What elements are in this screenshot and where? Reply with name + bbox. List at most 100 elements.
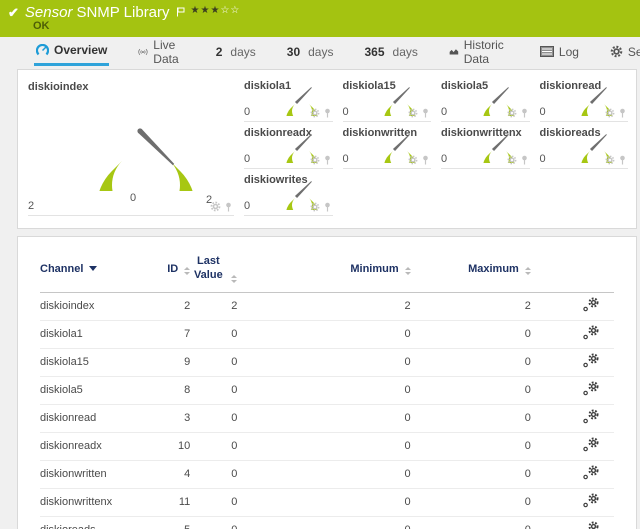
column-header-minimum[interactable]: Minimum: [237, 251, 410, 292]
pin-icon[interactable]: [521, 108, 528, 118]
gauge-diskiola5: diskiola5 0: [441, 75, 530, 122]
sensor-type-label: Sensor: [25, 4, 73, 21]
channel-maximum: 0: [411, 488, 531, 516]
pin-icon[interactable]: [422, 108, 429, 118]
channel-maximum: 0: [411, 432, 531, 460]
gauge-settings-gear-icon[interactable]: [210, 201, 221, 212]
area-chart-icon: [449, 46, 459, 57]
gauge-settings-gear-icon[interactable]: [408, 155, 418, 165]
channel-id: 11: [148, 488, 190, 516]
priority-flag-icon[interactable]: [176, 4, 185, 22]
gauge-settings-gear-icon[interactable]: [507, 155, 517, 165]
channel-maximum: 0: [411, 404, 531, 432]
channel-last-value: 0: [190, 516, 237, 529]
gauge-current-value: 0: [244, 106, 250, 118]
channel-minimum: 0: [237, 516, 410, 529]
channel-maximum: 0: [411, 460, 531, 488]
gauge-current-value: 0: [441, 153, 447, 165]
channel-settings-icon[interactable]: [583, 409, 600, 424]
pin-icon[interactable]: [324, 202, 331, 212]
column-header-id[interactable]: ID: [148, 251, 190, 292]
channel-settings-icon[interactable]: [583, 493, 600, 508]
channel-maximum: 0: [411, 320, 531, 348]
sensor-name: SNMP Library: [76, 4, 169, 21]
gauge-current-value: 0: [441, 106, 447, 118]
stars-empty[interactable]: ☆☆: [220, 5, 240, 16]
gauge-current-value: 0: [244, 153, 250, 165]
tab-log[interactable]: Log: [538, 37, 581, 66]
sort-icon: [405, 267, 411, 275]
channel-name[interactable]: diskionwritten: [40, 460, 148, 488]
gauge-settings-gear-icon[interactable]: [310, 108, 320, 118]
gauge-settings-gear-icon[interactable]: [310, 202, 320, 212]
pin-icon[interactable]: [324, 155, 331, 165]
column-header-channel[interactable]: Channel: [40, 251, 148, 292]
channel-last-value: 0: [190, 376, 237, 404]
channel-settings-icon[interactable]: [583, 521, 600, 529]
channel-settings-icon[interactable]: [583, 381, 600, 396]
channels-table: Channel ID Last Value Minimum Maximum di…: [40, 251, 614, 529]
table-row: diskionwritten 4 0 0 0: [40, 460, 614, 488]
gauge-current-value: 0: [244, 200, 250, 212]
tab-live-data[interactable]: Live Data: [136, 37, 186, 66]
tab-historic-data[interactable]: Historic Data: [447, 37, 511, 66]
tab-overview[interactable]: Overview: [34, 37, 109, 66]
channel-settings-icon[interactable]: [583, 437, 600, 452]
tab-2-days[interactable]: 2days: [214, 37, 258, 66]
channel-settings-icon[interactable]: [583, 325, 600, 340]
channel-name[interactable]: diskioindex: [40, 292, 148, 320]
sort-desc-icon: [89, 266, 97, 271]
tab-30-days-number: 30: [287, 45, 300, 59]
tab-30-days-unit: days: [308, 45, 333, 59]
channel-minimum: 2: [237, 292, 410, 320]
channel-settings-icon[interactable]: [583, 353, 600, 368]
pin-icon[interactable]: [225, 202, 232, 212]
channel-name[interactable]: diskiola1: [40, 320, 148, 348]
channel-settings-icon[interactable]: [583, 297, 600, 312]
table-row: diskionreadx 10 0 0 0: [40, 432, 614, 460]
table-row: diskiola15 9 0 0 0: [40, 348, 614, 376]
tab-365-days-unit: days: [393, 45, 418, 59]
tab-settings[interactable]: Settings: [608, 37, 640, 66]
gauge-settings-gear-icon[interactable]: [507, 108, 517, 118]
channel-maximum: 2: [411, 292, 531, 320]
channel-name[interactable]: diskiola15: [40, 348, 148, 376]
pin-icon[interactable]: [422, 155, 429, 165]
channel-name[interactable]: diskioreads: [40, 516, 148, 529]
sort-icon: [525, 267, 531, 275]
column-header-maximum[interactable]: Maximum: [411, 251, 531, 292]
channel-id: 10: [148, 432, 190, 460]
table-header-row: Channel ID Last Value Minimum Maximum: [40, 251, 614, 292]
channel-settings-icon[interactable]: [583, 465, 600, 480]
tab-365-days[interactable]: 365days: [362, 37, 419, 66]
stars-filled[interactable]: ★★★: [191, 5, 221, 16]
channel-name[interactable]: diskiola5: [40, 376, 148, 404]
table-row: diskiola5 8 0 0 0: [40, 376, 614, 404]
channel-id: 7: [148, 320, 190, 348]
priority-stars[interactable]: ★★★☆☆: [191, 5, 241, 16]
gauge-settings-gear-icon[interactable]: [605, 155, 615, 165]
pin-icon[interactable]: [324, 108, 331, 118]
gauge-diskioreads: diskioreads 0: [540, 122, 629, 169]
gauge-settings-gear-icon[interactable]: [310, 155, 320, 165]
channel-minimum: 0: [237, 488, 410, 516]
channel-name[interactable]: diskionread: [40, 404, 148, 432]
table-row: diskiola1 7 0 0 0: [40, 320, 614, 348]
gear-icon: [610, 45, 623, 58]
gauge-settings-gear-icon[interactable]: [408, 108, 418, 118]
sort-icon: [231, 275, 237, 283]
gauge-current-value: 0: [540, 153, 546, 165]
channel-name[interactable]: diskionreadx: [40, 432, 148, 460]
tab-30-days[interactable]: 30 days: [285, 37, 336, 66]
pin-icon[interactable]: [521, 155, 528, 165]
channel-minimum: 0: [237, 404, 410, 432]
gauge-settings-gear-icon[interactable]: [605, 108, 615, 118]
status-badge: OK: [33, 20, 50, 32]
gauge-diskioindex: diskioindex 0 2 2: [28, 75, 234, 216]
channel-last-value: 0: [190, 432, 237, 460]
pin-icon[interactable]: [619, 155, 626, 165]
tab-bar: Overview Live Data 2days 30days 365days …: [0, 37, 640, 66]
column-header-last-value[interactable]: Last Value: [190, 251, 237, 292]
channel-name[interactable]: diskionwrittenx: [40, 488, 148, 516]
pin-icon[interactable]: [619, 108, 626, 118]
